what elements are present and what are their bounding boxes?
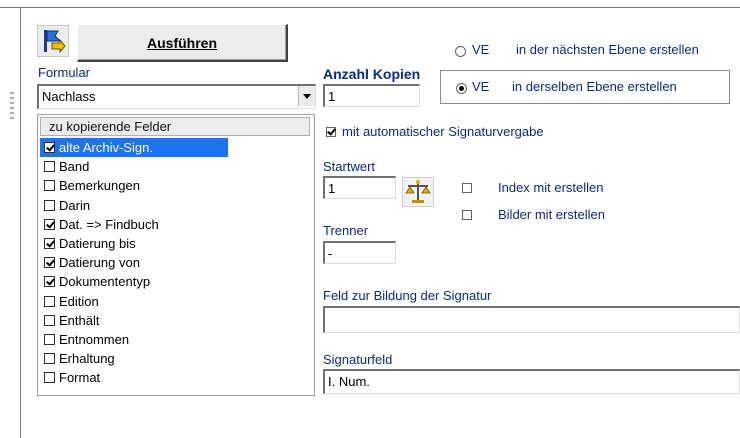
build-field-label: Feld zur Bildung der Signatur bbox=[323, 288, 492, 303]
list-item[interactable]: Enthält bbox=[40, 311, 312, 330]
field-label: Band bbox=[59, 159, 90, 175]
top-border bbox=[0, 7, 740, 8]
list-item[interactable]: Format bbox=[40, 368, 312, 387]
run-button-label: Ausführen bbox=[147, 34, 217, 51]
field-label: Format bbox=[59, 370, 101, 386]
field-checkbox[interactable] bbox=[44, 353, 55, 365]
list-item[interactable]: Edition bbox=[40, 292, 312, 311]
list-item[interactable]: Dat. => Findbuch bbox=[40, 215, 312, 234]
field-label: Darin bbox=[59, 197, 91, 213]
fields-list-header: zu kopierende Felder bbox=[40, 117, 310, 136]
field-checkbox[interactable] bbox=[44, 257, 55, 269]
list-item[interactable]: Entnommen bbox=[40, 330, 312, 349]
field-label: Datierung von bbox=[59, 255, 140, 271]
copies-input[interactable]: 1 bbox=[323, 84, 420, 107]
level-option-same-prefix: VE bbox=[472, 79, 490, 94]
signature-field-input[interactable]: I. Num. bbox=[323, 369, 740, 394]
level-option-next-prefix: VE bbox=[472, 42, 490, 57]
list-item[interactable]: Darin bbox=[40, 196, 312, 215]
signature-field-value: I. Num. bbox=[328, 374, 370, 389]
auto-signature-checkbox[interactable] bbox=[326, 127, 336, 137]
left-panel-border bbox=[20, 7, 21, 438]
list-item[interactable]: Bemerkungen bbox=[40, 176, 312, 195]
separator-label: Trenner bbox=[323, 223, 369, 238]
level-option-same[interactable]: VE in derselben Ebene erstellen bbox=[440, 70, 730, 104]
copies-label: Anzahl Kopien bbox=[323, 66, 421, 82]
list-item[interactable]: Datierung bis bbox=[40, 234, 312, 253]
field-checkbox[interactable] bbox=[44, 218, 55, 230]
images-checkbox[interactable] bbox=[462, 210, 472, 220]
field-label: Entnommen bbox=[59, 331, 130, 347]
build-field-input[interactable] bbox=[323, 306, 740, 333]
radio-next-level[interactable] bbox=[455, 46, 466, 57]
field-checkbox[interactable] bbox=[44, 295, 55, 307]
list-item[interactable]: Datierung von bbox=[40, 253, 312, 272]
list-item[interactable]: Erhaltung bbox=[40, 349, 312, 368]
run-button[interactable]: Ausführen bbox=[77, 24, 288, 62]
field-checkbox[interactable] bbox=[44, 372, 55, 384]
field-checkbox[interactable] bbox=[44, 276, 55, 288]
start-value-value: 1 bbox=[328, 181, 336, 196]
field-label: Bemerkungen bbox=[59, 178, 140, 194]
copies-value: 1 bbox=[328, 89, 336, 104]
field-label: alte Archiv-Sign. bbox=[59, 140, 153, 156]
index-checkbox[interactable] bbox=[462, 183, 472, 193]
field-label: Erhaltung bbox=[59, 351, 115, 367]
formular-select[interactable]: Nachlass bbox=[37, 84, 316, 109]
chevron-down-icon[interactable] bbox=[298, 86, 315, 106]
field-checkbox[interactable] bbox=[44, 180, 55, 192]
field-label: Datierung bis bbox=[59, 236, 136, 252]
field-checkbox[interactable] bbox=[44, 238, 55, 250]
fields-list[interactable]: zu kopierende Felder alte Archiv-Sign. Ba… bbox=[37, 114, 315, 396]
list-item[interactable]: Dokumententyp bbox=[40, 272, 312, 291]
field-checkbox[interactable] bbox=[44, 199, 55, 211]
flag-arrow-icon[interactable] bbox=[37, 25, 69, 57]
list-item[interactable]: alte Archiv-Sign. bbox=[40, 138, 228, 158]
field-checkbox[interactable] bbox=[44, 142, 55, 154]
index-label: Index mit erstellen bbox=[498, 180, 604, 195]
separator-value: - bbox=[328, 246, 333, 261]
fields-list-items: alte Archiv-Sign. Band Bemerkungen Darin Dat… bbox=[40, 138, 312, 387]
separator-input[interactable]: - bbox=[323, 241, 396, 264]
field-label: Dat. => Findbuch bbox=[59, 216, 159, 232]
formular-label: Formular bbox=[38, 65, 91, 80]
left-edge-marks bbox=[10, 92, 14, 122]
field-checkbox[interactable] bbox=[44, 333, 55, 345]
list-item[interactable]: Band bbox=[40, 157, 312, 176]
field-label: Edition bbox=[59, 293, 99, 309]
field-label: Enthält bbox=[59, 312, 100, 328]
level-option-same-label: in derselben Ebene erstellen bbox=[512, 79, 677, 94]
images-label: Bilder mit erstellen bbox=[498, 207, 605, 222]
field-label: Dokumententyp bbox=[59, 274, 151, 290]
radio-same-level[interactable] bbox=[456, 83, 467, 94]
auto-signature-label: mit automatischer Signaturvergabe bbox=[342, 124, 544, 139]
start-value-input[interactable]: 1 bbox=[323, 176, 396, 199]
level-option-next[interactable]: VE in der nächsten Ebene erstellen bbox=[447, 36, 737, 66]
field-checkbox[interactable] bbox=[44, 314, 55, 326]
start-value-label: Startwert bbox=[323, 159, 376, 174]
level-option-next-label: in der nächsten Ebene erstellen bbox=[516, 42, 699, 57]
formular-value: Nachlass bbox=[42, 89, 96, 104]
balance-scale-icon[interactable] bbox=[402, 177, 434, 207]
signature-field-label: Signaturfeld bbox=[323, 352, 393, 367]
field-checkbox[interactable] bbox=[44, 161, 55, 173]
